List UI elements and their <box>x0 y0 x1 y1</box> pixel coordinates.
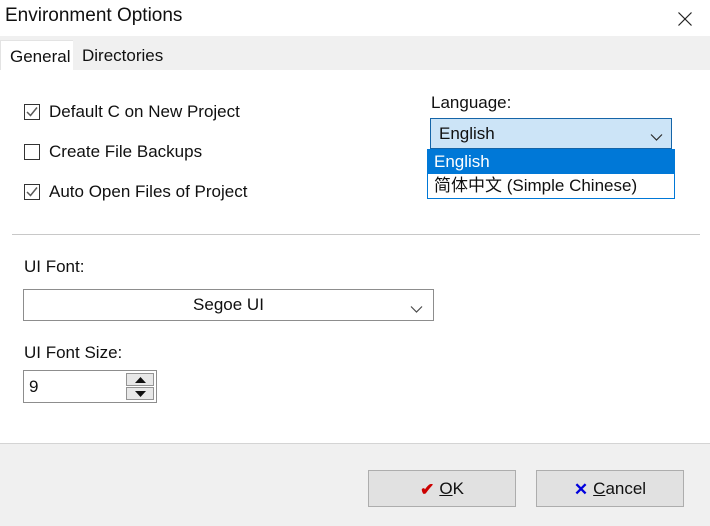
section-divider <box>12 234 700 235</box>
chevron-down-icon <box>650 129 663 147</box>
ui-font-label: UI Font: <box>24 257 85 276</box>
chevron-down-icon <box>410 301 423 319</box>
close-icon <box>668 11 702 27</box>
stepper-buttons <box>126 373 154 400</box>
close-button[interactable] <box>668 2 702 34</box>
cross-icon: ✕ <box>573 480 589 499</box>
ui-font-size-label: UI Font Size: <box>24 343 123 362</box>
cancel-button-accel: C <box>593 479 606 498</box>
language-option-english-label: English <box>434 152 490 171</box>
language-dropdown-list[interactable]: English 简体中文 (Simple Chinese) <box>427 149 675 199</box>
checkbox-default-c-on-new-project[interactable] <box>24 104 40 120</box>
ok-button[interactable]: ✔ OK <box>368 470 516 507</box>
tab-directories[interactable]: Directories <box>73 40 173 70</box>
ui-font-size-value: 9 <box>29 377 39 396</box>
cancel-button-label: ancel <box>605 479 647 498</box>
triangle-up-icon <box>127 377 153 383</box>
ok-button-label: K <box>452 479 464 498</box>
cancel-button[interactable]: ✕ Cancel <box>536 470 684 507</box>
tab-general-label: General <box>10 47 71 66</box>
language-combobox[interactable]: English <box>430 118 672 149</box>
ok-button-content: ✔ OK <box>420 478 464 501</box>
stepper-increment-button[interactable] <box>126 373 154 386</box>
window-title: Environment Options <box>5 5 183 26</box>
tab-directories-label: Directories <box>82 46 164 65</box>
tab-general[interactable]: General <box>0 40 81 70</box>
ui-font-combobox-value: Segoe UI <box>193 295 264 314</box>
language-option-english[interactable]: English <box>428 150 674 174</box>
stepper-decrement-button[interactable] <box>126 387 154 400</box>
triangle-down-icon <box>127 391 153 397</box>
checkbox-create-file-backups[interactable] <box>24 144 40 160</box>
ui-font-size-stepper[interactable]: 9 <box>23 370 157 403</box>
language-combobox-value: English <box>439 124 495 143</box>
tab-strip: General Directories <box>0 36 710 71</box>
check-icon: ✔ <box>420 480 435 499</box>
dialog-footer: ✔ OK ✕ Cancel <box>0 443 710 526</box>
ok-button-accel: O <box>439 479 453 498</box>
language-label: Language: <box>431 93 512 112</box>
language-option-simple-chinese-label: 简体中文 (Simple Chinese) <box>434 176 638 195</box>
general-tab-panel: Default C on New Project Create File Bac… <box>0 70 710 443</box>
checkbox-label-create-file-backups: Create File Backups <box>49 142 203 161</box>
title-bar: Environment Options <box>0 0 710 36</box>
checkbox-label-auto-open-files-of-project: Auto Open Files of Project <box>49 182 248 201</box>
ui-font-combobox[interactable]: Segoe UI <box>23 289 434 321</box>
language-option-simple-chinese[interactable]: 简体中文 (Simple Chinese) <box>428 174 674 198</box>
checkbox-label-default-c-on-new-project: Default C on New Project <box>49 102 240 121</box>
cancel-button-content: ✕ Cancel <box>574 478 646 501</box>
checkbox-auto-open-files-of-project[interactable] <box>24 184 40 200</box>
